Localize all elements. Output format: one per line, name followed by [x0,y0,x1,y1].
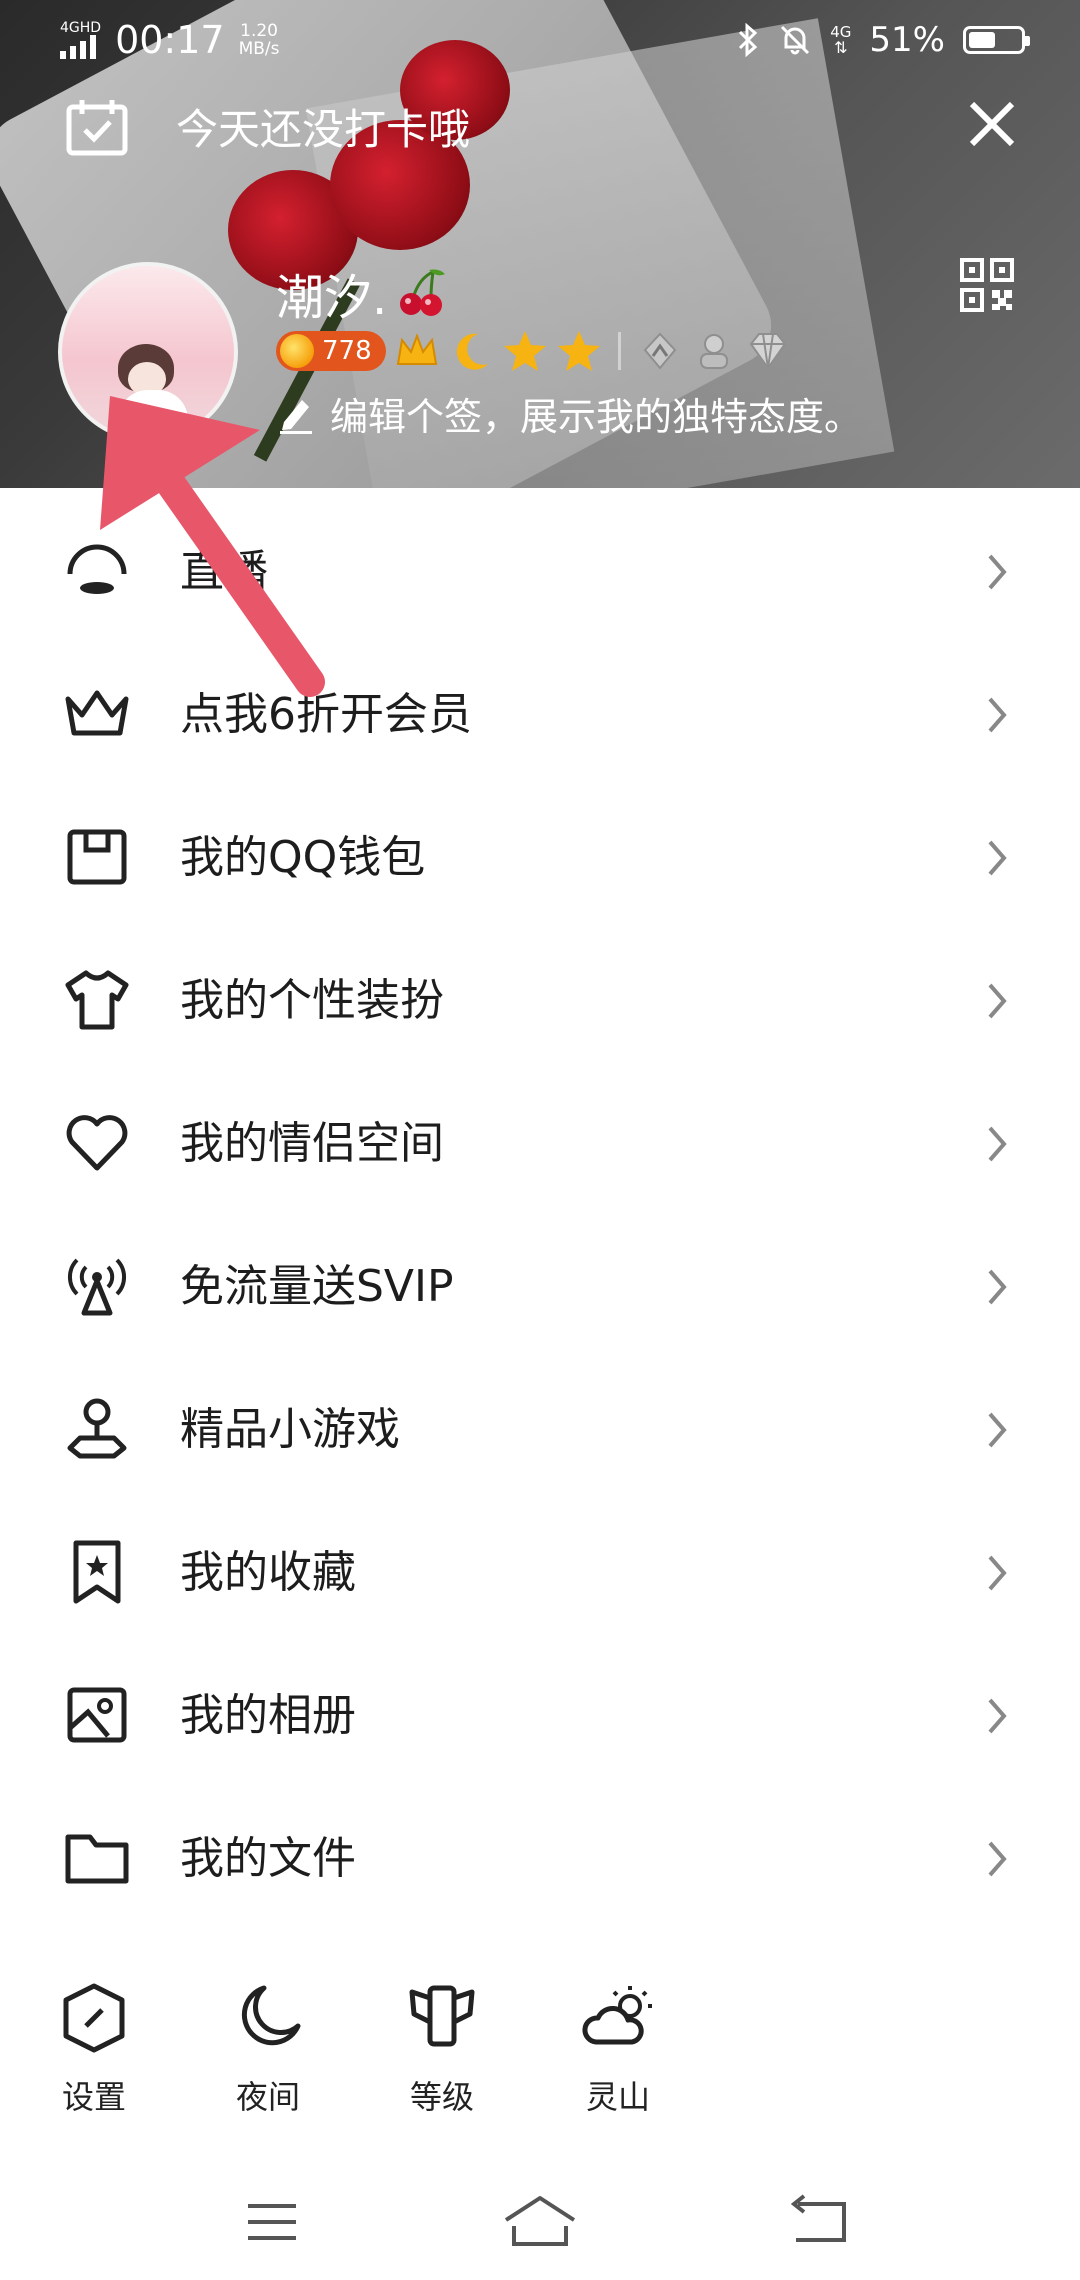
battery-icon [963,26,1030,54]
moon-icon [241,1985,301,2046]
qr-code-icon[interactable] [960,258,1014,312]
toolbar-level[interactable]: 等级 [372,1980,512,2118]
menu-item-label: 我的相册 [180,1690,356,1741]
network-speed: 1.20 MB/s [239,22,280,58]
chevron-right-icon [988,554,1007,590]
silver-medal-icon [643,332,676,370]
battery-percent: 51% [869,20,945,60]
menu-item-games[interactable]: 精品小游戏 [0,1358,1080,1501]
menu-item-label: 我的QQ钱包 [180,832,426,883]
moon-level-icon [456,333,488,370]
menu-item-album[interactable]: 我的相册 [0,1644,1080,1787]
chevron-right-icon [988,1555,1007,1591]
toolbar-label: 灵山 [585,2078,650,2116]
checkin-row[interactable]: 今天还没打卡哦 [66,96,470,157]
menu-icon[interactable] [232,2192,312,2252]
badge-row[interactable]: 778 [276,328,791,374]
nickname-text: 潮汐. [276,270,388,326]
cherry-icon [400,269,446,316]
level-number: 778 [322,336,372,366]
toolbar-settings[interactable]: 设置 [24,1980,164,2118]
network-type: 4GHD [60,20,102,36]
toolbar-label: 夜间 [235,2078,300,2116]
profile-menu: 直播 点我6折开会员 我的QQ钱包 我的个性装扮 我的情侣空间 免流量送SVIP… [0,500,1080,1930]
photo-album-icon [67,1687,127,1743]
star-level-icon [557,331,600,371]
badge-divider [617,332,621,370]
folder-icon [65,1834,129,1884]
menu-item-label: 直播 [180,546,268,597]
data-arrows-icon: ⇅ [834,37,848,57]
network-speed-value: 1.20 [240,21,278,41]
bookmark-star-icon [73,1540,121,1604]
silver-diamond-icon [749,333,786,370]
toolbar-night[interactable]: 夜间 [198,1980,338,2118]
profile-header: 4GHD 00:17 1.20 MB/s 4G ⇅ 51% 今天还没打卡哦 潮汐… [0,0,1080,488]
calendar-check-icon [66,99,128,155]
network-speed-unit: MB/s [238,39,280,59]
level-wings-icon [409,1985,475,2047]
menu-item-svip[interactable]: 免流量送SVIP [0,1215,1080,1358]
status-time: 00:17 [115,18,225,62]
menu-item-favorites[interactable]: 我的收藏 [0,1501,1080,1644]
wallet-icon [67,829,127,885]
menu-item-couple[interactable]: 我的情侣空间 [0,1072,1080,1215]
toolbar-lingshan[interactable]: 灵山 [548,1980,688,2118]
status-bar: 4GHD 00:17 1.20 MB/s 4G ⇅ 51% [0,0,1080,80]
chevron-right-icon [988,1841,1007,1877]
menu-item-wallet[interactable]: 我的QQ钱包 [0,786,1080,929]
menu-item-dressup[interactable]: 我的个性装扮 [0,929,1080,1072]
menu-item-label: 我的收藏 [180,1547,356,1598]
chevron-right-icon [988,983,1007,1019]
menu-item-files[interactable]: 我的文件 [0,1787,1080,1930]
profile-nickname[interactable]: 潮汐. [276,258,449,328]
avatar[interactable] [58,262,238,442]
chevron-right-icon [988,1412,1007,1448]
game-pin-icon [67,1398,127,1459]
menu-item-live[interactable]: 直播 [0,500,1080,643]
system-nav-bar [0,2170,1080,2280]
coin-icon [280,334,314,368]
menu-item-label: 精品小游戏 [180,1404,400,1455]
live-icon [67,544,127,594]
chevron-right-icon [988,1698,1007,1734]
home-icon[interactable] [500,2192,580,2252]
mobile-data-indicator: 4G ⇅ [830,24,851,57]
chevron-right-icon [988,1126,1007,1162]
close-icon[interactable] [962,94,1022,154]
level-pill[interactable]: 778 [276,331,386,371]
signal-tower-icon [67,1258,127,1316]
heart-icon [66,1115,128,1171]
star-level-icon [503,331,546,371]
bluetooth-icon [739,23,758,57]
signature-text: 编辑个签，展示我的独特态度。 [330,395,863,439]
weather-cloud-sun-icon [582,1986,652,2045]
signature-row[interactable]: 编辑个签，展示我的独特态度。 [276,386,862,441]
chevron-right-icon [988,840,1007,876]
chevron-right-icon [988,697,1007,733]
crown-level-icon [396,333,437,365]
tshirt-icon [65,970,129,1030]
bottom-toolbar: 设置 夜间 等级 灵山 [0,1980,1080,2130]
checkin-text: 今天还没打卡哦 [176,105,471,154]
network-indicator: 4GHD [60,21,101,59]
settings-hexagon-icon [63,1983,125,2053]
menu-item-label: 免流量送SVIP [180,1261,454,1312]
pencil-icon [280,399,312,434]
battery-level [969,32,995,48]
chevron-right-icon [988,1269,1007,1305]
menu-item-label: 我的个性装扮 [180,975,444,1026]
silver-figure-icon [699,334,728,369]
menu-item-label: 点我6折开会员 [180,689,472,740]
menu-item-label: 我的情侣空间 [180,1118,444,1169]
menu-item-label: 我的文件 [180,1833,356,1884]
mute-bell-icon [781,25,810,55]
menu-item-vip[interactable]: 点我6折开会员 [0,643,1080,786]
toolbar-label: 等级 [409,2078,474,2116]
back-icon[interactable] [780,2192,860,2252]
toolbar-label: 设置 [61,2078,126,2116]
crown-icon [65,690,129,736]
signal-icon [60,35,101,59]
